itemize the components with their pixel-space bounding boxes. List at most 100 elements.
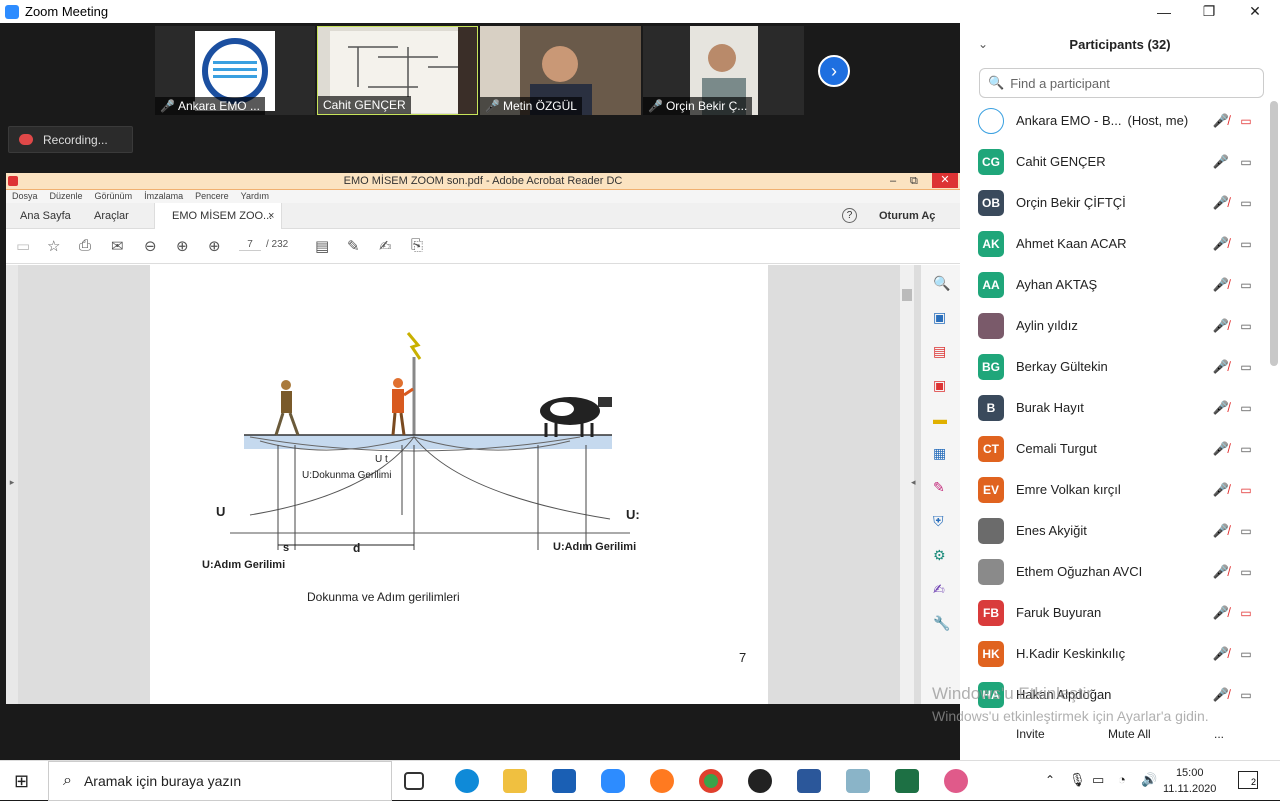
- clock[interactable]: 15:00 11.11.2020: [1163, 765, 1216, 797]
- help-icon[interactable]: ?: [842, 208, 857, 223]
- more-options-button[interactable]: ...: [1214, 727, 1224, 741]
- mic-muted-icon[interactable]: 🎤̸: [1212, 318, 1230, 334]
- camera-icon[interactable]: ▭: [1236, 442, 1256, 456]
- mic-muted-icon[interactable]: 🎤̸: [1212, 523, 1230, 539]
- chrome-icon[interactable]: [699, 769, 723, 793]
- edit-pdf-icon[interactable]: ✍: [933, 581, 945, 598]
- export-pdf-icon[interactable]: ▣: [933, 309, 946, 326]
- scrollbar-thumb[interactable]: [902, 289, 912, 301]
- search-icon[interactable]: 🔍: [933, 275, 950, 292]
- mic-muted-icon[interactable]: 🎤̸: [1212, 400, 1230, 416]
- excel-icon[interactable]: [895, 769, 919, 793]
- menu-edit[interactable]: Düzenle: [50, 190, 83, 203]
- close-button[interactable]: ✕: [1232, 0, 1278, 23]
- camera-icon[interactable]: ▭: [1236, 237, 1256, 251]
- task-view-icon[interactable]: [404, 772, 424, 790]
- camera-off-icon[interactable]: ▭: [1236, 114, 1256, 128]
- mic-muted-icon[interactable]: 🎤̸: [1212, 605, 1230, 621]
- camera-off-icon[interactable]: ▭: [1236, 606, 1256, 620]
- app-icon[interactable]: [944, 769, 968, 793]
- participant-row[interactable]: HK H.Kadir Keskinkılıç 🎤̸ ▭: [960, 633, 1270, 674]
- camera-icon[interactable]: ▭: [1236, 565, 1256, 579]
- sign-in-link[interactable]: Oturum Aç: [879, 210, 935, 222]
- participant-row[interactable]: Enes Akyiğit 🎤̸ ▭: [960, 510, 1270, 551]
- left-panel-toggle-icon[interactable]: ▸: [6, 265, 18, 704]
- document-viewport[interactable]: ▸ U t U:Dokunma Gerilimi U U: s d U:Adım…: [6, 265, 960, 704]
- tab-close-icon[interactable]: ×: [268, 210, 274, 222]
- mic-icon[interactable]: 🎤: [1212, 154, 1230, 170]
- participant-row[interactable]: CT Cemali Turgut 🎤̸ ▭: [960, 428, 1270, 469]
- email-icon[interactable]: ✉: [111, 237, 124, 255]
- mic-muted-icon[interactable]: 🎤̸: [1212, 564, 1230, 580]
- participant-row[interactable]: OB Orçin Bekir ÇİFTÇİ 🎤̸ ▭: [960, 182, 1270, 223]
- menu-file[interactable]: Dosya: [12, 190, 38, 203]
- file-explorer-icon[interactable]: [503, 769, 527, 793]
- create-pdf-icon[interactable]: ▣: [933, 377, 946, 394]
- participant-row[interactable]: Ankara EMO - B... (Host, me) 🎤̸ ▭: [960, 100, 1270, 141]
- mic-muted-icon[interactable]: 🎤̸: [1212, 236, 1230, 252]
- participant-row[interactable]: CG Cahit GENÇER 🎤 ▭: [960, 141, 1270, 182]
- network-icon[interactable]: ◔: [1118, 772, 1126, 787]
- camera-icon[interactable]: ▭: [1236, 196, 1256, 210]
- page-number-input[interactable]: 7: [239, 239, 261, 251]
- participant-scrollbar[interactable]: [1270, 101, 1278, 366]
- camera-icon[interactable]: ▭: [1236, 155, 1256, 169]
- acrobat-restore-button[interactable]: ⧉: [910, 173, 918, 190]
- mic-muted-icon[interactable]: 🎤̸: [1212, 441, 1230, 457]
- participant-row[interactable]: FB Faruk Buyuran 🎤̸ ▭: [960, 592, 1270, 633]
- participant-row[interactable]: B Burak Hayıt 🎤̸ ▭: [960, 387, 1270, 428]
- invite-button[interactable]: Invite: [1016, 727, 1045, 741]
- mic-muted-icon[interactable]: 🎤̸: [1212, 195, 1230, 211]
- draw-icon[interactable]: ✍: [379, 237, 392, 255]
- send-for-review-icon[interactable]: ⚙: [933, 547, 946, 564]
- mic-muted-icon[interactable]: 🎤̸: [1212, 646, 1230, 662]
- page-down-icon[interactable]: ⊕: [208, 237, 221, 255]
- menu-sign[interactable]: İmzalama: [144, 190, 183, 203]
- video-tile-metin[interactable]: 🎤 Metin ÖZGÜL: [480, 26, 641, 115]
- camera-off-icon[interactable]: ▭: [1236, 483, 1256, 497]
- next-page-arrow-icon[interactable]: ›: [818, 55, 850, 87]
- tab-home[interactable]: Ana Sayfa: [20, 210, 71, 222]
- fill-sign-icon[interactable]: ✎: [933, 479, 945, 496]
- recording-indicator[interactable]: Recording...: [8, 126, 133, 153]
- mic-muted-icon[interactable]: 🎤̸: [1212, 113, 1230, 129]
- mail-icon[interactable]: [552, 769, 576, 793]
- menu-view[interactable]: Görünüm: [95, 190, 133, 203]
- sign-icon[interactable]: ⎘: [411, 237, 423, 254]
- highlight-icon[interactable]: ✎: [347, 237, 360, 255]
- save-icon[interactable]: ▭: [16, 237, 30, 255]
- page-up-icon[interactable]: ⊕: [176, 237, 189, 255]
- video-tile-cahit[interactable]: Cahit GENÇER: [317, 26, 478, 115]
- minimize-button[interactable]: —: [1141, 0, 1187, 23]
- participant-row[interactable]: AA Ayhan AKTAŞ 🎤̸ ▭: [960, 264, 1270, 305]
- tray-chevron-icon[interactable]: ⌃: [1045, 773, 1055, 787]
- mute-all-button[interactable]: Mute All: [1108, 727, 1151, 741]
- organize-pages-icon[interactable]: ▤: [933, 343, 946, 360]
- app-icon[interactable]: [748, 769, 772, 793]
- mic-muted-icon[interactable]: 🎤̸: [1212, 687, 1230, 703]
- edge-icon[interactable]: [455, 769, 479, 793]
- windows-start-icon[interactable]: ⊞: [14, 771, 29, 792]
- camera-icon[interactable]: ▭: [1236, 688, 1256, 702]
- mic-muted-icon[interactable]: 🎤̸: [1212, 482, 1230, 498]
- acrobat-close-button[interactable]: ✕: [932, 173, 958, 188]
- participant-row[interactable]: Aylin yıldız 🎤̸ ▭: [960, 305, 1270, 346]
- camera-icon[interactable]: ▭: [1236, 319, 1256, 333]
- print-icon[interactable]: ⎙: [79, 237, 91, 254]
- participant-row[interactable]: EV Emre Volkan kırçıl 🎤̸ ▭: [960, 469, 1270, 510]
- bookmark-star-icon[interactable]: ☆: [47, 237, 60, 255]
- comment-tool-icon[interactable]: ▬: [933, 411, 947, 427]
- video-tile-ankara[interactable]: 🎤 Ankara EMO ...: [155, 26, 315, 115]
- camera-icon[interactable]: ▭: [1236, 360, 1256, 374]
- taskbar-search-input[interactable]: ⌕ Aramak için buraya yazın: [48, 761, 392, 801]
- microphone-icon[interactable]: 🎙: [1069, 772, 1086, 788]
- camera-icon[interactable]: ▭: [1236, 524, 1256, 538]
- acrobat-minimize-button[interactable]: –: [890, 173, 896, 190]
- protect-icon[interactable]: ⛨: [933, 513, 944, 530]
- zoom-app-icon[interactable]: [601, 769, 625, 793]
- word-icon[interactable]: [797, 769, 821, 793]
- combine-files-icon[interactable]: ▦: [933, 445, 946, 462]
- zoom-out-icon[interactable]: ⊖: [144, 237, 157, 255]
- menu-help[interactable]: Yardım: [241, 190, 269, 203]
- mic-muted-icon[interactable]: 🎤̸: [1212, 277, 1230, 293]
